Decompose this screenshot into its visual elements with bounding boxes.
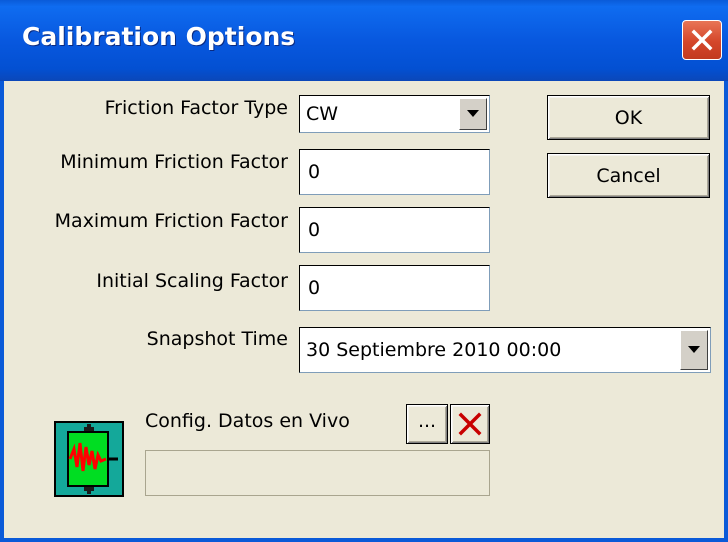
chevron-down-icon [688,346,700,353]
initial-scaling-factor-input[interactable]: 0 [299,265,490,311]
close-icon [691,29,713,51]
window-border-left [0,81,4,542]
snapshot-time-select[interactable]: 30 Septiembre 2010 00:00 [299,327,711,373]
chevron-down-icon [467,110,479,117]
cancel-button[interactable]: Cancel [547,153,710,198]
live-data-monitor-icon [54,421,124,497]
clear-button[interactable] [450,404,490,444]
window-border-bottom [0,538,728,542]
friction-factor-type-value: CW [306,103,339,125]
close-button[interactable] [682,20,722,60]
window-border-right [724,81,728,542]
live-data-path-field[interactable] [145,450,490,496]
title-bar[interactable]: Calibration Options [0,0,728,81]
dialog-title: Calibration Options [22,22,296,51]
snapshot-time-value: 30 Septiembre 2010 00:00 [306,339,562,361]
snapshot-time-dropdown-button[interactable] [680,330,708,370]
max-friction-factor-input[interactable]: 0 [299,207,490,253]
min-friction-factor-input[interactable]: 0 [299,149,490,195]
min-friction-factor-label: Minimum Friction Factor [60,151,288,173]
calibration-options-dialog: Calibration Options Friction Factor Type… [0,0,728,542]
initial-scaling-factor-label: Initial Scaling Factor [96,270,288,292]
friction-factor-type-label: Friction Factor Type [104,97,288,119]
friction-factor-type-dropdown-button[interactable] [459,98,487,130]
snapshot-time-label: Snapshot Time [146,328,288,350]
friction-factor-type-select[interactable]: CW [299,95,490,133]
red-x-icon [458,412,482,436]
browse-button[interactable]: ... [406,404,448,444]
max-friction-factor-label: Maximum Friction Factor [54,210,288,232]
ok-button[interactable]: OK [547,95,710,140]
live-data-config-label: Config. Datos en Vivo [145,410,350,432]
